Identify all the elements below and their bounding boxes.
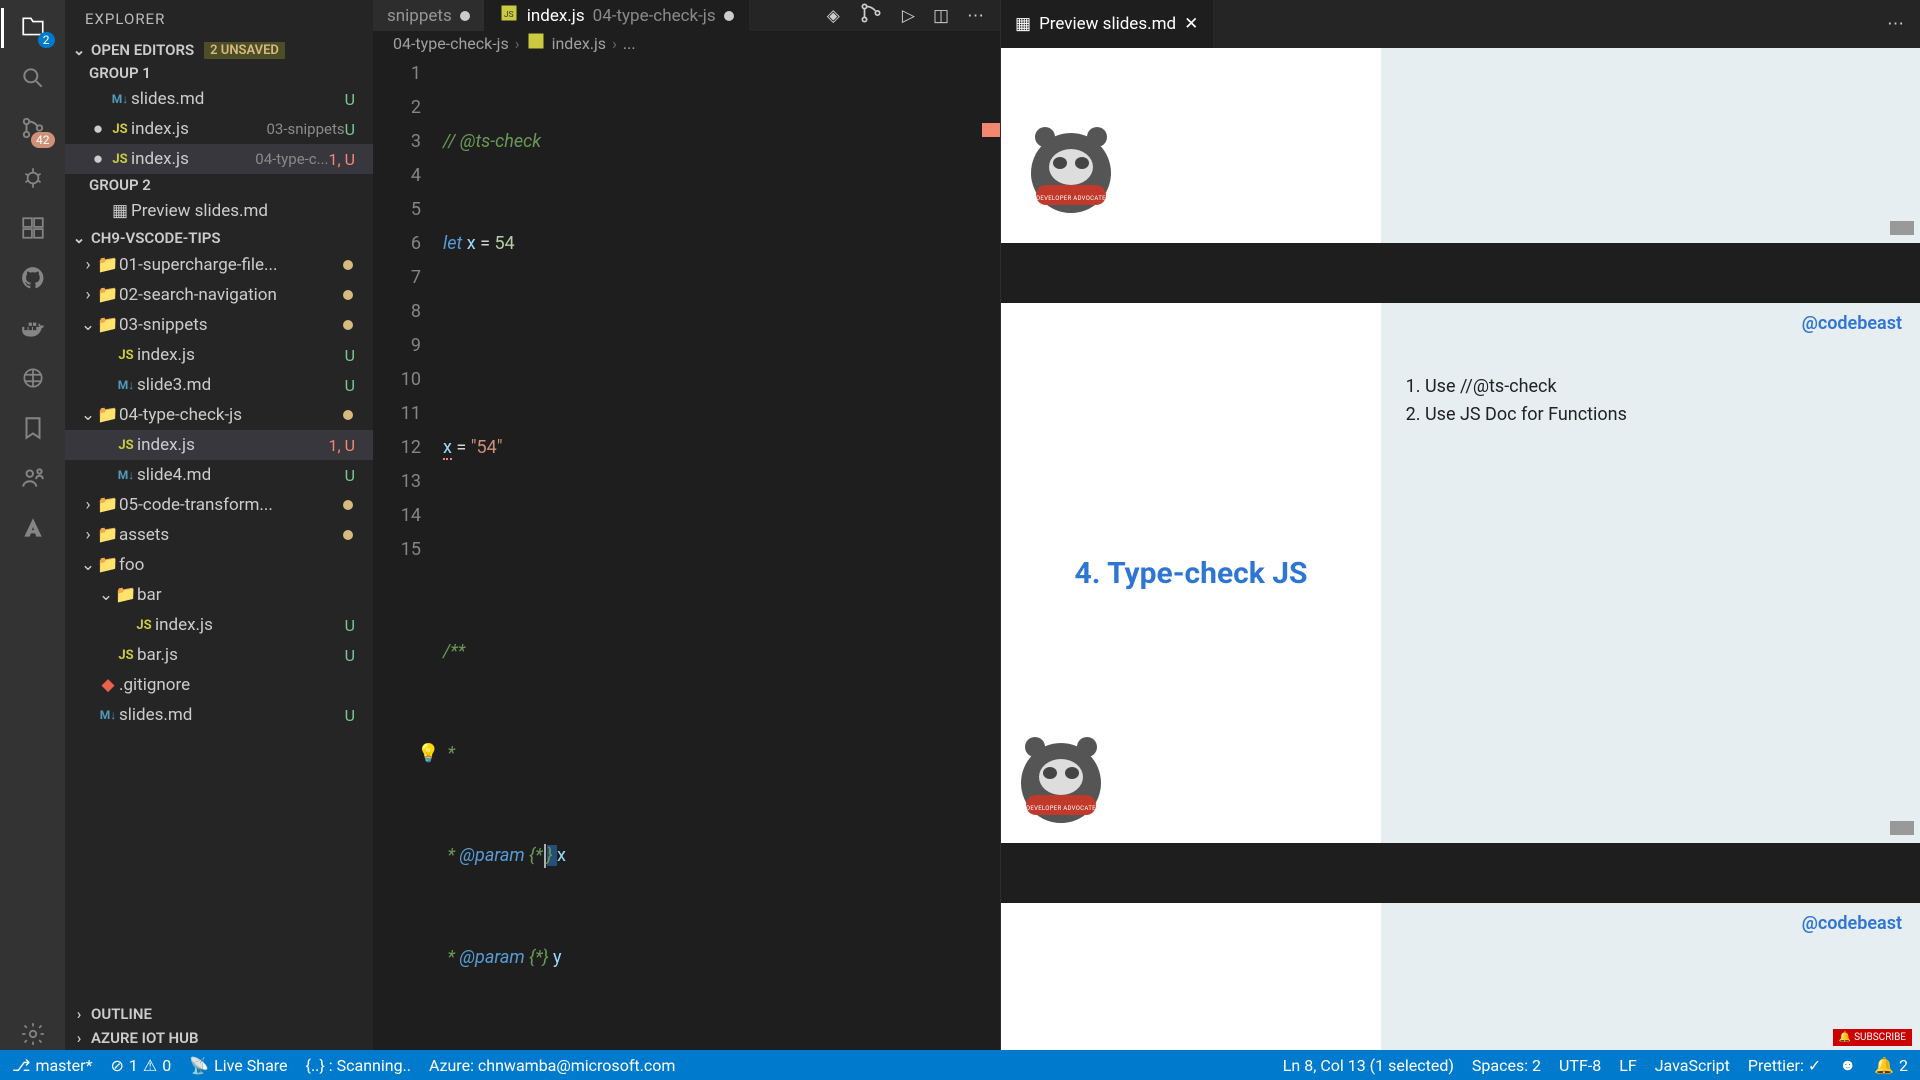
- folder-item[interactable]: ⌄📁bar: [65, 580, 373, 610]
- logo-watermark: [1890, 821, 1914, 835]
- bookmark-icon[interactable]: [17, 412, 49, 444]
- tab-index-js[interactable]: JS index.js 04-type-check-js: [485, 0, 749, 31]
- open-editors-label: OPEN EDITORS: [91, 41, 194, 59]
- liveshare-icon[interactable]: [17, 462, 49, 494]
- activity-bar: 2 42: [0, 0, 65, 1050]
- dirty-dot-icon: [724, 11, 734, 21]
- file-item[interactable]: M↓slide3.mdU: [65, 370, 373, 400]
- encoding[interactable]: UTF-8: [1559, 1056, 1601, 1075]
- notifications[interactable]: 🔔 2: [1874, 1056, 1908, 1075]
- lightbulb-icon[interactable]: 💡: [417, 737, 439, 771]
- workspace-header[interactable]: ⌄ CH9-VSCODE-TIPS: [65, 226, 373, 250]
- preview-content[interactable]: 4. Type-check JS @codebeast Use //@ts-ch…: [1001, 48, 1920, 1050]
- more-icon[interactable]: ⋯: [1887, 14, 1904, 34]
- file-item[interactable]: M↓slides.mdU: [65, 700, 373, 730]
- slide-list: Use //@ts-check Use JS Doc for Functions: [1405, 373, 1896, 429]
- more-icon[interactable]: ⋯: [967, 6, 984, 26]
- code-editor[interactable]: 123456789101112131415 // @ts-check let x…: [373, 55, 1000, 1050]
- prettier[interactable]: Prettier: ✓: [1748, 1056, 1821, 1075]
- sidebar-title: EXPLORER: [65, 0, 373, 38]
- slide-title: 4. Type-check JS: [1075, 556, 1308, 591]
- open-editor-item[interactable]: ▦Preview slides.md: [65, 196, 373, 226]
- subscribe-button[interactable]: 🔔 SUBSCRIBE: [1833, 1029, 1912, 1046]
- preview-icon: ▦: [1015, 14, 1031, 34]
- folder-item[interactable]: ›📁02-search-navigation: [65, 280, 373, 310]
- open-editor-item[interactable]: ●JSindex.js03-snippetsU: [65, 114, 373, 144]
- source-control-icon[interactable]: 42: [17, 112, 49, 144]
- workspace-label: CH9-VSCODE-TIPS: [91, 229, 221, 247]
- file-item[interactable]: JSindex.jsU: [65, 610, 373, 640]
- compare-icon[interactable]: ◈: [827, 6, 840, 26]
- folder-item[interactable]: ›📁assets: [65, 520, 373, 550]
- error-squiggle[interactable]: x: [443, 437, 452, 460]
- problems[interactable]: ⊘ 1 ⚠ 0: [110, 1056, 171, 1075]
- code-content[interactable]: // @ts-check let x = 54 x = "54" /** 💡 *…: [443, 55, 982, 1050]
- twitter-handle: @codebeast: [1802, 313, 1902, 334]
- error-marker[interactable]: [982, 123, 1000, 137]
- debug-icon[interactable]: [17, 162, 49, 194]
- file-item[interactable]: JSindex.js1, U: [65, 430, 373, 460]
- git-icon[interactable]: [858, 0, 884, 31]
- run-icon[interactable]: ▷: [902, 6, 915, 26]
- azure-account[interactable]: Azure: chnwamba@microsoft.com: [429, 1056, 675, 1075]
- folder-item[interactable]: ⌄📁03-snippets: [65, 310, 373, 340]
- tab-snippets[interactable]: snippets: [373, 0, 485, 31]
- cursor-position[interactable]: Ln 8, Col 13 (1 selected): [1283, 1056, 1454, 1075]
- file-item[interactable]: JSindex.jsU: [65, 340, 373, 370]
- unsaved-badge: 2 UNSAVED: [204, 42, 285, 59]
- file-item[interactable]: M↓slide4.mdU: [65, 460, 373, 490]
- azure-a-icon[interactable]: [17, 512, 49, 544]
- file-tree: ›📁01-supercharge-file...›📁02-search-navi…: [65, 250, 373, 730]
- breadcrumb[interactable]: 04-type-check-js› index.js› ...: [373, 31, 1000, 55]
- folder-item[interactable]: ⌄📁04-type-check-js: [65, 400, 373, 430]
- folder-item[interactable]: ›📁05-code-transform...: [65, 490, 373, 520]
- group-2-label: GROUP 2: [65, 174, 373, 196]
- azure-iot-header[interactable]: ›AZURE IOT HUB: [65, 1026, 373, 1050]
- close-icon[interactable]: ✕: [1184, 14, 1198, 34]
- scm-badge: 42: [31, 132, 55, 148]
- open-editor-item[interactable]: ●JSindex.js04-type-c...1, U: [65, 144, 373, 174]
- line-numbers: 123456789101112131415: [373, 55, 443, 1050]
- dirty-dot-icon: [460, 11, 470, 21]
- explorer-badge: 2: [38, 32, 55, 48]
- file-item[interactable]: JSbar.jsU: [65, 640, 373, 670]
- scanning[interactable]: {..} : Scanning..: [306, 1056, 411, 1075]
- editor-area: snippets JS index.js 04-type-check-js ◈ …: [373, 0, 1000, 1050]
- js-file-icon: [526, 31, 546, 55]
- docker-icon[interactable]: [17, 312, 49, 344]
- raccoon-mascot: [1021, 743, 1101, 823]
- settings-icon[interactable]: [17, 1018, 49, 1050]
- svg-text:JS: JS: [504, 10, 514, 20]
- preview-pane: ▦ Preview slides.md ✕ ⋯ 4. Type-check JS: [1000, 0, 1920, 1050]
- github-icon[interactable]: [17, 262, 49, 294]
- search-icon[interactable]: [17, 62, 49, 94]
- split-icon[interactable]: ◫: [933, 6, 949, 26]
- outline-header[interactable]: ›OUTLINE: [65, 1002, 373, 1026]
- azure-icon[interactable]: [17, 362, 49, 394]
- open-editors-header[interactable]: ⌄ OPEN EDITORS 2 UNSAVED: [65, 38, 373, 62]
- eol[interactable]: LF: [1619, 1056, 1636, 1075]
- editor-tabs: snippets JS index.js 04-type-check-js ◈ …: [373, 0, 1000, 31]
- feedback-icon[interactable]: ☻: [1839, 1055, 1856, 1075]
- extensions-icon[interactable]: [17, 212, 49, 244]
- folder-item[interactable]: ›📁01-supercharge-file...: [65, 250, 373, 280]
- group-1-label: GROUP 1: [65, 62, 373, 84]
- raccoon-mascot: [1031, 133, 1111, 213]
- status-bar: ⎇ master* ⊘ 1 ⚠ 0 📡 Live Share {..} : Sc…: [0, 1050, 1920, 1080]
- js-file-icon: JS: [499, 3, 519, 28]
- language-mode[interactable]: JavaScript: [1655, 1056, 1730, 1075]
- folder-item[interactable]: ⌄📁foo: [65, 550, 373, 580]
- logo-watermark: [1890, 221, 1914, 235]
- indentation[interactable]: Spaces: 2: [1472, 1056, 1541, 1075]
- open-editor-item[interactable]: M↓slides.mdU: [65, 84, 373, 114]
- file-item[interactable]: ◆.gitignore: [65, 670, 373, 700]
- sidebar: EXPLORER ⌄ OPEN EDITORS 2 UNSAVED GROUP …: [65, 0, 373, 1050]
- tab-preview[interactable]: ▦ Preview slides.md ✕: [1001, 0, 1213, 48]
- minimap[interactable]: [982, 55, 1000, 1050]
- explorer-icon[interactable]: 2: [17, 12, 49, 44]
- live-share[interactable]: 📡 Live Share: [189, 1056, 287, 1075]
- twitter-handle: @codebeast: [1802, 913, 1902, 934]
- git-branch[interactable]: ⎇ master*: [12, 1056, 92, 1075]
